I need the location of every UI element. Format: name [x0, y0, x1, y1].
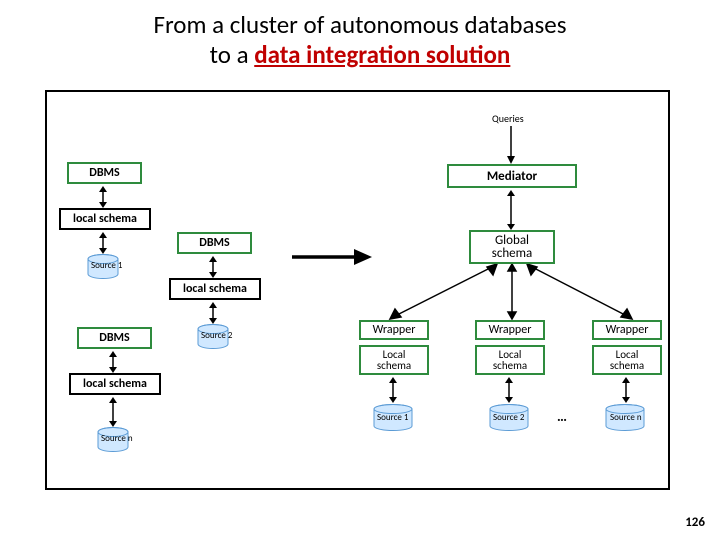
source2-label: Source 2 [201, 330, 233, 341]
mediator-box: Mediator [447, 164, 577, 188]
double-arrow-icon [97, 186, 109, 208]
dbms-box-2: DBMS [177, 232, 252, 254]
dbms-box-1: DBMS [67, 162, 142, 184]
r-source2-label: Source 2 [493, 412, 525, 423]
local-schema-r1: Localschema [359, 345, 429, 375]
r-sourcen-label: Source n [610, 412, 642, 423]
double-arrow-icon [97, 232, 109, 254]
local-schema-box-3: local schema [69, 373, 161, 395]
diagram-frame: DBMS local schema Source 1 DBMS local sc… [45, 90, 670, 490]
ellipsis: … [557, 408, 567, 425]
local-schema-box-1: local schema [59, 208, 151, 230]
r-source1-label: Source 1 [377, 412, 409, 423]
double-arrow-icon [207, 302, 219, 324]
title-emphasis: data integration solution [254, 39, 510, 70]
down-arrow-icon [505, 126, 517, 164]
sourcen-label-left: Source n [101, 433, 133, 444]
dbms-box-3: DBMS [77, 327, 152, 349]
wrapper-box-2: Wrapper [475, 320, 545, 340]
double-arrow-icon [107, 351, 119, 373]
wrapper-box-n: Wrapper [592, 320, 662, 340]
double-arrow-icon [505, 190, 517, 230]
wrapper-box-1: Wrapper [359, 320, 429, 340]
transition-arrow-icon [292, 247, 372, 267]
double-arrow-icon [387, 377, 399, 403]
double-arrow-icon [107, 397, 119, 427]
slide-title: From a cluster of autonomous databases t… [0, 0, 720, 70]
local-schema-rn: Localschema [592, 345, 662, 375]
double-arrow-icon [503, 377, 515, 403]
fanout-arrows [377, 264, 637, 324]
slide-number: 126 [685, 515, 705, 530]
double-arrow-icon [207, 256, 219, 278]
local-schema-r2: Localschema [475, 345, 545, 375]
title-line2a: to a [210, 39, 255, 70]
source1-label: Source 1 [91, 260, 123, 271]
title-line1: From a cluster of autonomous databases [153, 9, 566, 40]
queries-label: Queries [492, 112, 524, 125]
local-schema-box-2: local schema [169, 278, 261, 300]
global-schema-box: Globalschema [469, 230, 555, 264]
double-arrow-icon [620, 377, 632, 403]
